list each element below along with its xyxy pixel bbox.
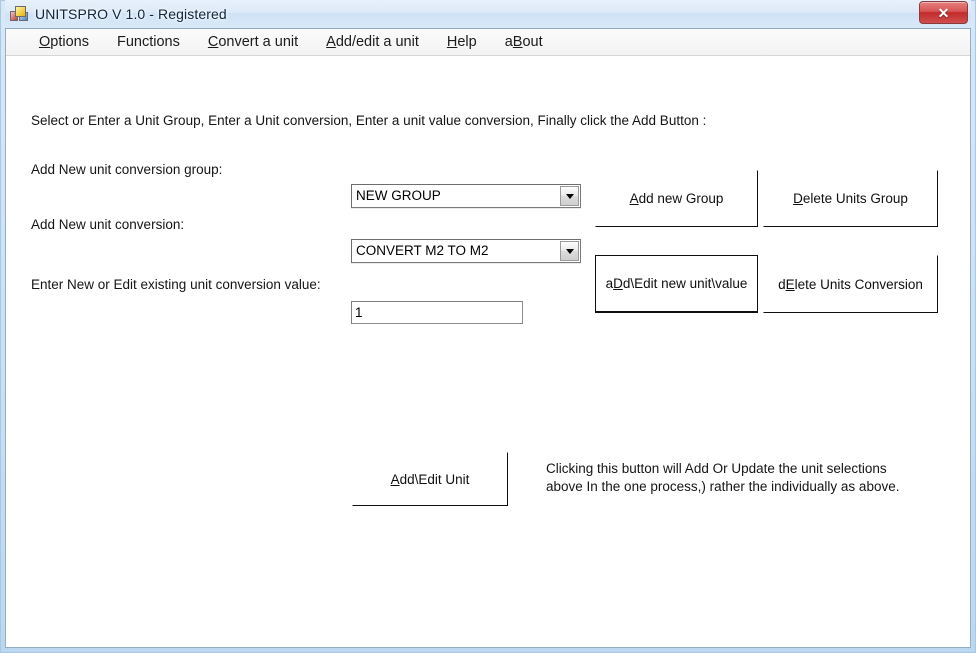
button-label-post: dd new Group [638,191,724,206]
button-accelerator: E [785,276,795,292]
menu-item-add-edit-a-unit[interactable]: Add/edit a unit [315,31,430,53]
unit-conversion-value: CONVERT M2 TO M2 [356,243,489,258]
application-window: UNITSPRO V 1.0 - Registered ✕ Options Fu… [0,0,976,653]
app-icon [10,6,28,22]
button-accelerator: A [390,471,400,487]
menu-accelerator: H [446,34,458,50]
add-edit-unit-description: Clicking this button will Add Or Update … [546,460,926,496]
label-unit-conversion-value: Enter New or Edit existing unit conversi… [31,277,321,292]
button-label-pre: a [605,276,614,291]
menu-label-post: dd/edit a unit [335,34,419,50]
menu-item-functions[interactable]: Functions [106,31,191,53]
menu-label-pre: Functions [116,34,180,50]
label-unit-conversion-group: Add New unit conversion group: [31,162,223,177]
menu-label-post: ptions [50,34,89,50]
client-area: Options Functions Convert a unit Add/edi… [5,28,971,648]
app-icon-gold-square [15,6,26,17]
unit-conversion-value-input[interactable] [351,301,523,324]
title-bar: UNITSPRO V 1.0 - Registered ✕ [5,0,971,28]
close-icon: ✕ [937,4,950,21]
menu-bar: Options Functions Convert a unit Add/edi… [6,29,970,56]
menu-label-post: elp [457,34,477,50]
menu-label-pre: a [504,34,513,50]
button-label-post: dd\Edit Unit [399,471,470,487]
button-label-post: d\Edit new unit\value [622,276,748,291]
delete-units-conversion-button[interactable]: d Elete Units Conversion [763,255,938,313]
add-new-group-button[interactable]: Add new Group [595,170,758,227]
unit-conversion-group-value: NEW GROUP [356,188,441,203]
menu-accelerator: C [207,34,219,50]
add-edit-new-unit-value-button[interactable]: a Dd\Edit new unit\value [595,255,758,313]
close-button[interactable]: ✕ [919,1,968,24]
instruction-text: Select or Enter a Unit Group, Enter a Un… [31,113,707,128]
button-label-post: elete Units Group [802,191,908,206]
menu-item-about[interactable]: aBout [494,31,554,53]
button-accelerator: A [629,191,639,206]
add-edit-unit-button[interactable]: Add\Edit Unit [352,452,508,506]
delete-units-group-button[interactable]: Delete Units Group [763,170,938,227]
button-label-pre: d [778,276,786,292]
button-label-post: lete Units Conversion [794,276,923,292]
menu-item-convert-a-unit[interactable]: Convert a unit [197,31,309,53]
button-accelerator: D [613,276,623,291]
chevron-down-icon[interactable] [560,241,579,261]
description-line-2: above In the one process,) rather the in… [546,479,900,494]
unit-conversion-combobox[interactable]: CONVERT M2 TO M2 [351,239,581,263]
description-line-1: Clicking this button will Add Or Update … [546,461,887,476]
chevron-down-icon[interactable] [560,186,579,206]
menu-label-post: onvert a unit [218,34,299,50]
menu-accelerator: A [326,34,336,50]
menu-label-post: out [522,34,543,50]
menu-item-options[interactable]: Options [28,31,100,53]
window-title: UNITSPRO V 1.0 - Registered [35,6,227,22]
button-accelerator: D [793,191,803,206]
form-panel: Select or Enter a Unit Group, Enter a Un… [6,56,970,647]
unit-conversion-group-combobox[interactable]: NEW GROUP [351,184,581,208]
menu-accelerator: O [39,34,51,50]
menu-item-help[interactable]: Help [436,31,488,53]
label-unit-conversion: Add New unit conversion: [31,217,185,232]
